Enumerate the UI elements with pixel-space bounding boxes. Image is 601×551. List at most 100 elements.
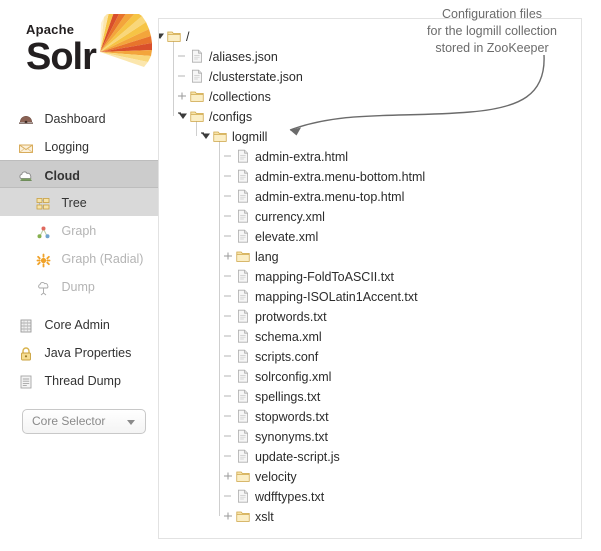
folder-icon <box>167 29 181 43</box>
sidebar-item-cloud[interactable]: Cloud <box>0 160 158 188</box>
annotation-line-1: Configuration files <box>441 7 543 21</box>
tree-node-label: scripts.conf <box>255 349 319 364</box>
file-icon <box>236 429 250 443</box>
sidebar-item-core-admin[interactable]: Core Admin <box>0 310 158 338</box>
graph-radial-icon <box>36 250 51 268</box>
tree-node-label: /configs <box>209 109 253 124</box>
file-icon <box>236 349 250 363</box>
tree-file-node[interactable]: mapping-FoldToASCII.txt <box>159 266 581 286</box>
sidebar-item-thread-dump[interactable]: Thread Dump <box>0 366 158 394</box>
sidebar-item-graph-radial[interactable]: Graph (Radial) <box>0 244 158 272</box>
sidebar-item-dashboard[interactable]: Dashboard <box>0 104 158 132</box>
sidebar-item-dump[interactable]: Dump <box>0 272 158 300</box>
sidebar-item-graph[interactable]: Graph <box>0 216 158 244</box>
tree-file-node[interactable]: admin-extra.menu-top.html <box>159 186 581 206</box>
tree-leaf-dash-icon <box>222 206 236 226</box>
tree-toggle-collapsed-icon[interactable] <box>222 506 236 526</box>
tree-folder-node[interactable]: /configs <box>159 106 581 126</box>
annotation-line-3: stored in ZooKeeper <box>435 41 549 55</box>
tree-file-node[interactable]: admin-extra.menu-bottom.html <box>159 166 581 186</box>
tree-node-label: schema.xml <box>255 329 322 344</box>
tree-node-label: currency.xml <box>255 209 325 224</box>
core-selector-dropdown[interactable]: Core Selector <box>22 409 146 434</box>
main-panel: / /aliases.json/clusterstate.json/collect… <box>158 18 582 539</box>
sidebar-item-label: Core Admin <box>44 317 110 332</box>
tree-leaf-dash-icon <box>222 366 236 386</box>
sidebar-item-logging[interactable]: Logging <box>0 132 158 160</box>
tree-node-label: mapping-ISOLatin1Accent.txt <box>255 289 418 304</box>
folder-icon <box>236 249 250 263</box>
tree-leaf-dash-icon <box>222 286 236 306</box>
sidebar-item-label: Tree <box>61 195 87 210</box>
tree-file-node[interactable]: synonyms.txt <box>159 426 581 446</box>
tree-folder-node[interactable]: velocity <box>159 466 581 486</box>
tree-toggle-expanded-icon[interactable] <box>199 126 213 146</box>
tree-folder-node[interactable]: /collections <box>159 86 581 106</box>
logo-apache-text: Apache <box>26 22 75 37</box>
tree-toggle-collapsed-icon[interactable] <box>222 246 236 266</box>
tree-toggle-expanded-icon[interactable] <box>176 106 190 126</box>
annotation-line-2: for the logmill collection <box>427 24 557 38</box>
tree-file-node[interactable]: currency.xml <box>159 206 581 226</box>
tree-node-label: / <box>186 29 190 44</box>
tree-node-label: wdfftypes.txt <box>255 489 325 504</box>
file-icon <box>236 269 250 283</box>
tree-node-label: admin-extra.menu-bottom.html <box>255 169 426 184</box>
tree-folder-node[interactable]: xslt <box>159 506 581 526</box>
tree-file-node[interactable]: mapping-ISOLatin1Accent.txt <box>159 286 581 306</box>
sidebar-item-tree[interactable]: Tree <box>0 188 158 216</box>
tree-folder-node[interactable]: logmill <box>159 126 581 146</box>
sidebar-item-label: Dashboard <box>44 111 106 126</box>
core-admin-icon <box>18 316 34 333</box>
tree-file-node[interactable]: scripts.conf <box>159 346 581 366</box>
file-icon <box>236 149 250 163</box>
file-icon <box>236 229 250 243</box>
tree-node-label: spellings.txt <box>255 389 321 404</box>
file-icon <box>236 209 250 223</box>
tree-file-node[interactable]: elevate.xml <box>159 226 581 246</box>
solr-logo[interactable]: Apache Solr <box>22 14 152 90</box>
file-icon <box>236 189 250 203</box>
tree-folder-node[interactable]: lang <box>159 246 581 266</box>
folder-icon <box>236 509 250 523</box>
sidebar-item-label: Thread Dump <box>44 373 121 388</box>
file-icon <box>236 369 250 383</box>
sidebar-item-label: Dump <box>61 279 95 294</box>
tree-file-node[interactable]: protwords.txt <box>159 306 581 326</box>
file-icon <box>236 389 250 403</box>
tree-toggle-expanded-icon[interactable] <box>159 26 167 46</box>
tree-leaf-dash-icon <box>222 326 236 346</box>
tree-leaf-dash-icon <box>176 46 190 66</box>
tree-file-node[interactable]: solrconfig.xml <box>159 366 581 386</box>
tree-leaf-dash-icon <box>176 66 190 86</box>
tree-file-node[interactable]: spellings.txt <box>159 386 581 406</box>
file-icon <box>236 309 250 323</box>
logging-icon <box>18 138 34 154</box>
tree-node-label: logmill <box>232 129 268 144</box>
tree-node-label: admin-extra.menu-top.html <box>255 189 405 204</box>
annotation-callout: Configuration files for the logmill coll… <box>387 6 597 57</box>
tree-file-node[interactable]: update-script.js <box>159 446 581 466</box>
tree-file-node[interactable]: /clusterstate.json <box>159 66 581 86</box>
file-icon <box>190 69 204 83</box>
tree-file-node[interactable]: admin-extra.html <box>159 146 581 166</box>
sidebar-item-label: Java Properties <box>44 345 132 360</box>
tree-node-label: /aliases.json <box>209 49 278 64</box>
core-selector-label: Core Selector <box>32 414 106 428</box>
tree-file-node[interactable]: schema.xml <box>159 326 581 346</box>
file-icon <box>236 409 250 423</box>
tree-node-label: stopwords.txt <box>255 409 329 424</box>
folder-icon <box>190 89 204 103</box>
tree-node-label: xslt <box>255 509 274 524</box>
sidebar-item-java-properties[interactable]: Java Properties <box>0 338 158 366</box>
tree-file-node[interactable]: stopwords.txt <box>159 406 581 426</box>
folder-icon <box>190 109 204 123</box>
tree-leaf-dash-icon <box>222 306 236 326</box>
tree-node-label: protwords.txt <box>255 309 327 324</box>
tree-leaf-dash-icon <box>222 386 236 406</box>
logo-solr-text: Solr <box>26 36 97 78</box>
tree-file-node[interactable]: wdfftypes.txt <box>159 486 581 506</box>
tree-toggle-collapsed-icon[interactable] <box>176 86 190 106</box>
tree-toggle-collapsed-icon[interactable] <box>222 466 236 486</box>
folder-icon <box>213 129 227 143</box>
